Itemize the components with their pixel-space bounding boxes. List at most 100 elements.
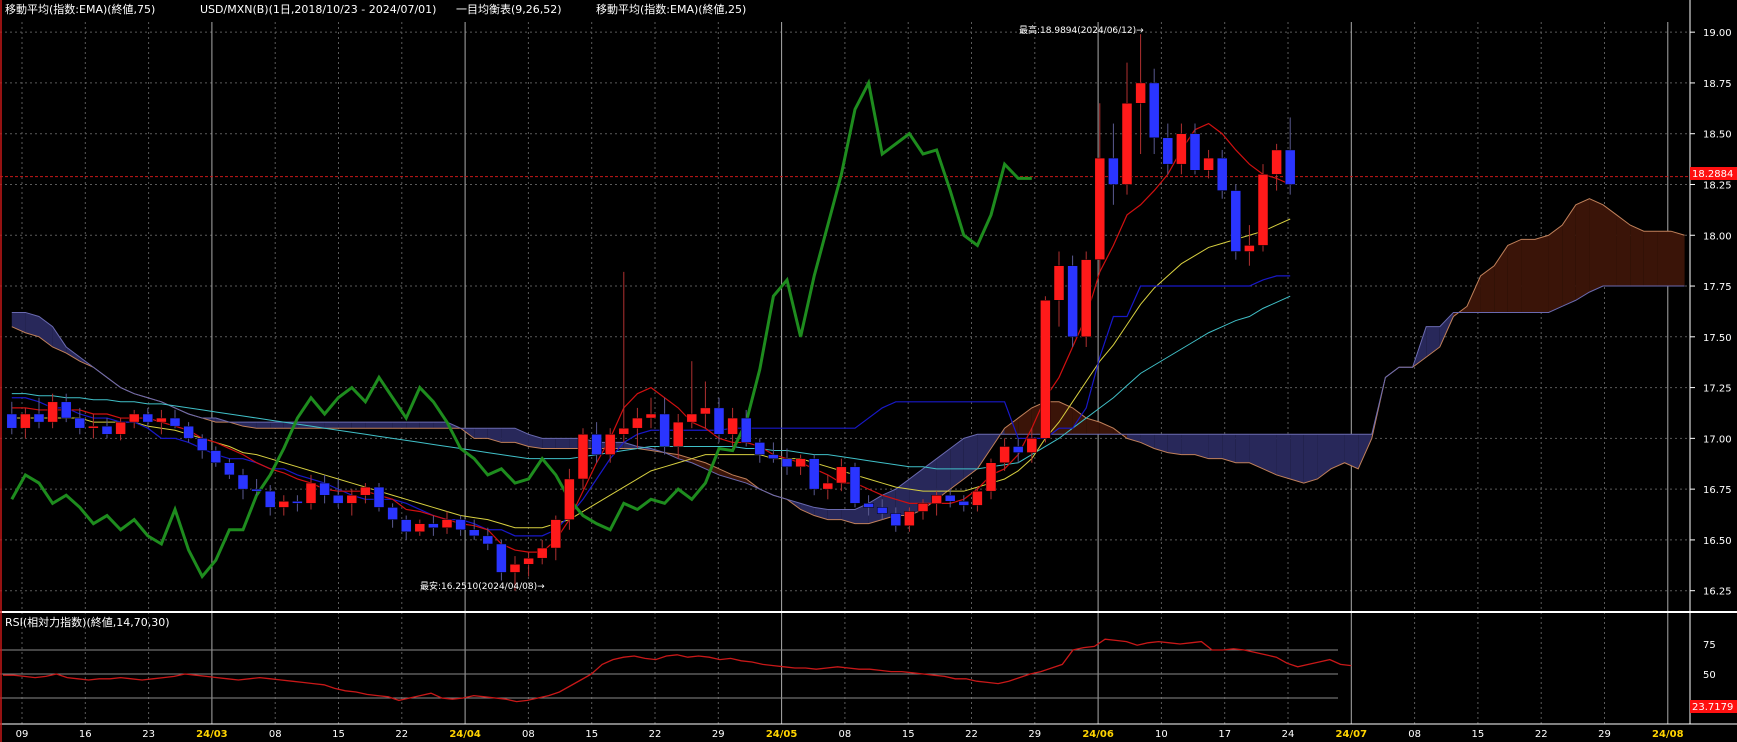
kumo-segment <box>1235 434 1250 463</box>
down-candle <box>332 494 344 504</box>
kumo-segment <box>379 422 393 429</box>
kumo-segment <box>474 428 488 439</box>
down-candle <box>210 450 222 463</box>
ema75-legend: 移動平均(指数:EMA)(終値,75) <box>5 2 155 16</box>
kumo-segment <box>1208 434 1223 459</box>
kumo-segment <box>406 422 420 429</box>
up-candle <box>1080 259 1092 338</box>
price-tick-label: 16.75 <box>1703 485 1732 496</box>
price-tick-label: 16.25 <box>1703 587 1732 598</box>
down-candle <box>890 513 902 526</box>
time-tick-label: 17 <box>1218 729 1231 740</box>
down-candle <box>944 494 956 502</box>
senkou-span-a-line <box>11 198 1685 525</box>
time-tick-label: 24/03 <box>196 729 228 740</box>
time-tick-label: 09 <box>16 729 29 740</box>
kumo-segment <box>1303 434 1318 484</box>
chart-grid <box>0 22 1690 724</box>
up-candle <box>414 523 426 533</box>
up-candle <box>1040 300 1051 439</box>
down-candle <box>482 535 494 545</box>
down-candle <box>251 488 262 492</box>
up-candle <box>346 494 358 504</box>
up-candle <box>550 519 562 549</box>
kumo-segment <box>324 422 339 429</box>
time-tick-label: 15 <box>332 729 345 740</box>
up-candle <box>1271 149 1282 175</box>
time-tick-label: 24 <box>1282 729 1295 740</box>
down-candle <box>428 523 439 528</box>
kumo-segment <box>1507 239 1522 313</box>
down-candle <box>224 462 235 476</box>
kumo-segment <box>1630 225 1644 287</box>
up-candle <box>88 425 99 429</box>
up-candle <box>1121 102 1133 185</box>
time-tick-label: 22 <box>1535 729 1548 740</box>
down-candle <box>1189 133 1201 171</box>
up-candle <box>305 482 317 504</box>
ichimoku-cloud <box>11 198 1685 524</box>
price-tick-label: 17.00 <box>1703 434 1732 445</box>
kumo-segment <box>1167 434 1182 455</box>
kumo-segment <box>256 422 271 429</box>
down-candle <box>455 519 466 531</box>
down-candle <box>1162 137 1174 165</box>
down-candle <box>60 401 72 419</box>
kumo-segment <box>351 422 366 429</box>
kumo-segment <box>1127 434 1141 443</box>
kumo-segment <box>1480 265 1495 313</box>
kumo-segment <box>433 422 447 429</box>
kumo-segment <box>678 454 692 463</box>
up-candle <box>645 413 657 419</box>
down-candle <box>1148 82 1160 139</box>
down-candle <box>863 503 874 508</box>
price-tick-label: 18.50 <box>1703 130 1732 141</box>
kumo-segment <box>1290 434 1304 484</box>
down-candle <box>754 442 766 455</box>
kumo-segment <box>732 474 747 484</box>
down-candle <box>1108 157 1119 185</box>
up-candle <box>700 407 711 415</box>
up-candle <box>1026 438 1038 453</box>
up-candle <box>115 421 126 435</box>
kumo-segment <box>1521 239 1535 313</box>
time-tick-label: 29 <box>1028 729 1041 740</box>
time-tick-label: 08 <box>839 729 852 740</box>
kumo-segment <box>1222 434 1236 463</box>
down-candle <box>591 434 602 455</box>
rsi-tick-label: 50 <box>1703 670 1716 681</box>
down-candle <box>713 407 725 435</box>
up-candle <box>917 503 929 512</box>
time-tick-label: 08 <box>269 729 282 740</box>
up-candle <box>1244 245 1255 252</box>
down-candle <box>33 413 45 423</box>
price-tick-label: 16.50 <box>1703 536 1732 547</box>
down-candle <box>142 413 154 423</box>
down-candle <box>1230 190 1242 252</box>
up-candle <box>836 466 847 484</box>
up-candle <box>972 490 983 506</box>
rsi-line <box>3 638 1352 703</box>
time-tick-label: 08 <box>1408 729 1421 740</box>
rsi-current-value: 23.7179 <box>1692 702 1733 713</box>
time-tick-label: 29 <box>712 729 725 740</box>
kumo-segment <box>1603 204 1617 287</box>
down-candle <box>659 413 670 447</box>
current-price-value: 18.2884 <box>1692 169 1733 180</box>
price-tick-label: 18.00 <box>1703 231 1732 242</box>
up-candle <box>632 417 643 429</box>
down-candle <box>781 458 793 468</box>
up-candle <box>1135 82 1146 104</box>
up-candle <box>156 417 167 423</box>
kumo-segment <box>542 438 556 449</box>
down-candle <box>496 543 507 573</box>
down-candle <box>1012 446 1024 453</box>
up-candle <box>1053 265 1065 301</box>
senkou-span-b-line <box>11 285 1685 510</box>
candlestick-chart[interactable]: 75 50 19.00 18.75 18.50 18.25 18.00 17.75 17.50… <box>0 0 1737 742</box>
down-candle <box>169 417 181 427</box>
down-candle <box>808 458 820 490</box>
kumo-segment <box>963 434 978 479</box>
down-candle <box>6 413 18 429</box>
time-tick-label: 24/06 <box>1082 729 1114 740</box>
